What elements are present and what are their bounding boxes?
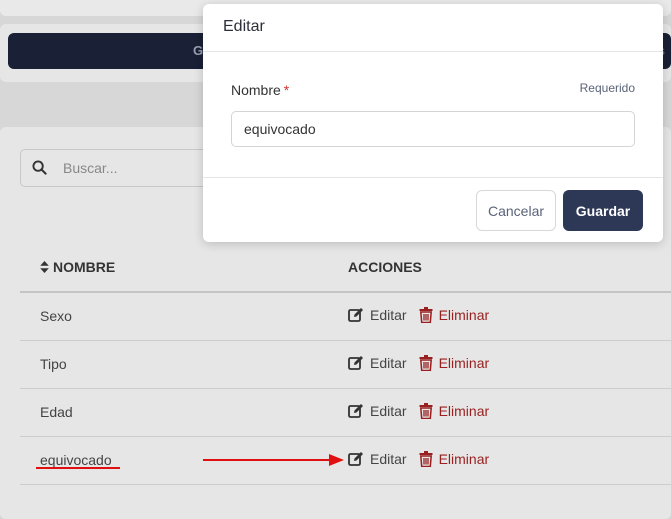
save-button[interactable]: Guardar [563, 190, 643, 231]
delete-label: Eliminar [438, 307, 490, 323]
trash-icon [419, 307, 433, 323]
nombre-input[interactable] [231, 111, 635, 147]
row-name: equivocado [40, 452, 112, 468]
edit-button[interactable]: Editar [348, 307, 407, 323]
table-row: Edad Editar Eliminar [20, 389, 671, 437]
table-row: Sexo Editar Eliminar [20, 293, 671, 341]
row-actions: Editar Eliminar [348, 451, 489, 467]
table-row: Tipo Editar Eliminar [20, 341, 671, 389]
edit-dialog: Editar Nombre* Requerido Cancelar Guarda… [203, 4, 663, 242]
edit-label: Editar [370, 451, 407, 467]
row-actions: Editar Eliminar [348, 307, 489, 323]
primary-action-label: G [193, 43, 204, 58]
delete-button[interactable]: Eliminar [419, 403, 490, 419]
delete-label: Eliminar [438, 451, 490, 467]
cancel-button[interactable]: Cancelar [476, 190, 556, 231]
edit-icon [348, 452, 363, 466]
field-label-text: Nombre [231, 82, 281, 98]
table-header: NOMBRE ACCIONES [20, 245, 671, 293]
edit-icon [348, 404, 363, 418]
search-box[interactable] [20, 149, 222, 187]
column-header-nombre[interactable]: NOMBRE [40, 259, 115, 275]
table-row: equivocado Editar Eliminar [20, 437, 671, 485]
row-name: Edad [40, 404, 73, 420]
arrow-annotation [203, 454, 344, 466]
edit-label: Editar [370, 403, 407, 419]
edit-icon [348, 356, 363, 370]
edit-button[interactable]: Editar [348, 403, 407, 419]
search-input[interactable] [61, 150, 215, 186]
trash-icon [419, 451, 433, 467]
row-actions: Editar Eliminar [348, 403, 489, 419]
field-label-nombre: Nombre * [231, 82, 289, 98]
delete-label: Eliminar [438, 355, 490, 371]
edit-icon [348, 308, 363, 322]
edit-label: Editar [370, 307, 407, 323]
delete-button[interactable]: Eliminar [419, 451, 490, 467]
dialog-footer: Cancelar Guardar [203, 177, 663, 243]
delete-button[interactable]: Eliminar [419, 307, 490, 323]
trash-icon [419, 403, 433, 419]
search-icon [32, 160, 47, 175]
row-name: Sexo [40, 308, 72, 324]
edit-button[interactable]: Editar [348, 355, 407, 371]
sort-icon [40, 261, 49, 273]
required-mark: * [283, 82, 290, 98]
row-actions: Editar Eliminar [348, 355, 489, 371]
annotation-underline [36, 467, 120, 469]
data-table: NOMBRE ACCIONES Sexo Editar Eliminar Tip… [20, 245, 671, 485]
dialog-header: Editar [203, 4, 663, 52]
edit-button[interactable]: Editar [348, 451, 407, 467]
delete-label: Eliminar [438, 403, 490, 419]
column-header-acciones: ACCIONES [348, 259, 422, 275]
required-hint: Requerido [579, 81, 635, 95]
dialog-title: Editar [223, 18, 265, 35]
row-name: Tipo [40, 356, 67, 372]
delete-button[interactable]: Eliminar [419, 355, 490, 371]
trash-icon [419, 355, 433, 371]
column-header-label: NOMBRE [53, 259, 116, 275]
edit-label: Editar [370, 355, 407, 371]
